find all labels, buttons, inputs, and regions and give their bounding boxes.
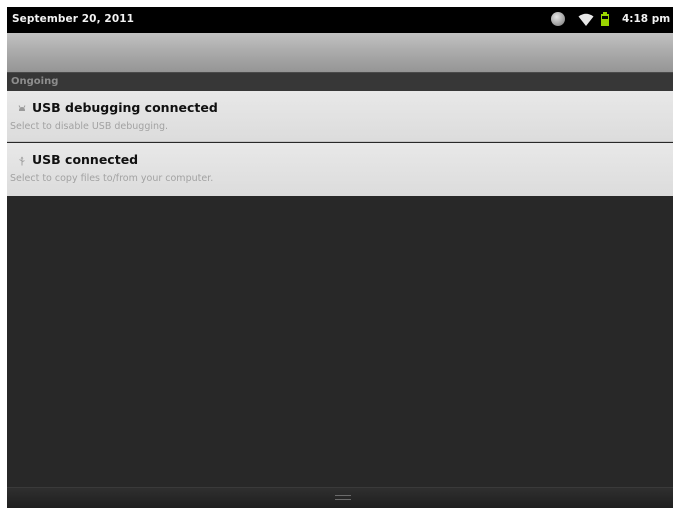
notification-subtitle: Select to copy files to/from your comput… — [10, 173, 214, 184]
drag-handle-icon[interactable] — [335, 495, 351, 500]
shade-bottom-bar[interactable] — [7, 487, 673, 508]
status-time: 4:18 pm — [622, 13, 671, 25]
battery-icon — [601, 12, 609, 26]
notification-title: USB connected — [32, 152, 139, 167]
section-header-ongoing: Ongoing — [7, 72, 673, 91]
notification-usb-connected[interactable]: USB connected Select to copy files to/fr… — [7, 143, 673, 196]
notification-usb-debugging[interactable]: USB debugging connected Select to disabl… — [7, 91, 673, 142]
notification-title: USB debugging connected — [32, 100, 218, 115]
status-date: September 20, 2011 — [12, 13, 135, 25]
wifi-icon — [578, 13, 594, 26]
usb-debug-icon — [18, 105, 26, 111]
status-bar: September 20, 2011 4:18 pm — [7, 7, 673, 33]
globe-icon — [551, 12, 565, 26]
notification-title-bar — [7, 33, 673, 72]
notification-shade: September 20, 2011 4:18 pm Ongoing USB d… — [7, 7, 673, 508]
notification-subtitle: Select to disable USB debugging. — [10, 121, 169, 132]
section-label: Ongoing — [11, 76, 59, 87]
usb-icon — [19, 156, 25, 166]
